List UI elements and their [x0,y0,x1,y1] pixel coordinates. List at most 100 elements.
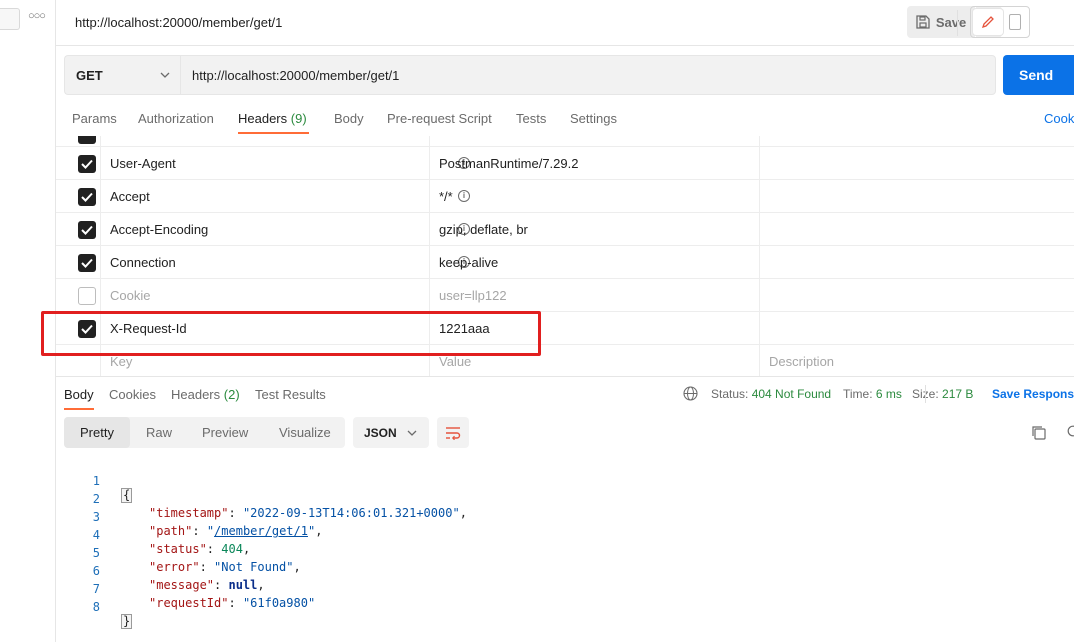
description-cell[interactable] [760,147,1074,180]
json-key: "error" [149,560,200,574]
tab-response-body[interactable]: Body [64,387,94,402]
checkbox[interactable] [78,287,96,305]
save-icon [916,15,930,29]
save-label: Save [935,14,967,30]
description-cell[interactable] [760,279,1074,312]
size-meta[interactable]: Size: 217 B [912,387,973,401]
key-cell[interactable]: Connection i [101,246,470,279]
request-title-bar: http://localhost:20000/member/get/1 Save [56,0,1074,46]
view-preview[interactable]: Preview [202,417,248,448]
checkbox[interactable] [78,188,96,206]
checkbox[interactable] [78,155,96,173]
view-pretty[interactable]: Pretty [64,417,130,448]
json-value: 404 [221,542,243,556]
table-row[interactable]: Accept-Encoding i gzip, deflate, br [56,213,1074,246]
globe-icon[interactable] [683,386,698,401]
toolbar-divider [957,10,958,36]
path-link[interactable]: /member/get/1 [214,524,308,538]
header-value: keep-alive [439,255,499,270]
checkbox[interactable] [78,254,96,272]
view-raw[interactable]: Raw [146,417,172,448]
edit-mode-button[interactable] [973,9,1003,35]
tab-headers[interactable]: Headers (9) [238,111,307,126]
key-cell[interactable]: Accept i [101,180,470,213]
table-row[interactable]: Cookie user=llp122 [56,279,1074,312]
json-key: "path" [149,524,193,538]
headers-count-badge: (9) [290,111,307,126]
wrap-lines-button[interactable] [437,417,469,448]
check-icon [81,159,93,169]
status-meta[interactable]: Status: 404 Not Found [711,387,831,401]
active-tab-indicator [238,132,309,134]
tab-response-headers[interactable]: Headers (2) [171,387,240,402]
description-cell[interactable] [760,246,1074,279]
value-cell[interactable]: PostmanRuntime/7.29.2 [430,147,760,180]
save-response-button[interactable]: Save Respons [992,387,1074,401]
check-icon [81,192,93,202]
mode-toggle[interactable] [970,6,1030,38]
time-meta[interactable]: Time: 6 ms [843,387,902,401]
size-value: 217 B [942,387,974,401]
code-line: 6 "message": null, [56,550,265,592]
tab-test-results[interactable]: Test Results [255,387,326,402]
check-icon [81,225,93,235]
response-body-viewer[interactable]: 1 { 2 "timestamp": "2022-09-13T14:06:01.… [56,458,1074,642]
format-select[interactable]: JSON [353,417,429,448]
tab-authorization[interactable]: Authorization [138,111,214,126]
cookies-link[interactable]: Cook [1044,111,1074,126]
tab-prerequest-script[interactable]: Pre-request Script [387,111,492,126]
description-cell[interactable] [760,180,1074,213]
value-placeholder: Value [439,354,472,369]
key-cell[interactable]: Cookie [101,279,430,312]
copy-icon[interactable] [1031,425,1046,440]
table-row[interactable]: Accept i */* [56,180,1074,213]
time-value: 6 ms [875,387,902,401]
quote: " [206,524,215,538]
code-line: 3 "path": "/member/get/1", [56,496,323,538]
value-cell [430,136,760,147]
url-input[interactable]: http://localhost:20000/member/get/1 [180,55,996,95]
code-line: 4 "status": 404, [56,514,250,556]
tab-response-cookies[interactable]: Cookies [109,387,156,402]
line-number: 8 [92,600,100,614]
document-icon[interactable] [1009,14,1021,30]
json-value: null [228,578,258,592]
send-button[interactable]: Send [1003,55,1074,95]
tab-body[interactable]: Body [334,111,364,126]
key-cell[interactable]: Accept-Encoding i [101,213,470,246]
response-headers-count: (2) [223,387,240,402]
response-tabs: Body Cookies Headers (2) Test Results St… [56,376,1074,410]
json-key: "timestamp" [149,506,229,520]
code-line: 8 } [56,586,133,629]
description-cell[interactable] [760,213,1074,246]
open-brace: { [121,488,133,503]
description-cell[interactable] [760,312,1074,345]
tab-tests[interactable]: Tests [516,111,546,126]
table-row[interactable]: Connection i keep-alive [56,246,1074,279]
postman-window: ○○○ http://localhost:20000/member/get/1 … [0,0,1074,642]
check-icon [81,258,93,268]
table-row [56,136,1074,147]
more-options-icon[interactable]: ○○○ [28,10,46,22]
sidebar-collapse-tab[interactable] [0,8,20,30]
view-visualize[interactable]: Visualize [279,417,331,448]
tab-params[interactable]: Params [72,111,117,126]
value-cell[interactable]: keep-alive [430,246,760,279]
tab-settings[interactable]: Settings [570,111,617,126]
search-icon[interactable] [1067,425,1074,440]
save-button[interactable]: Save [907,6,975,38]
tab-response-headers-label: Headers [171,387,221,402]
checkbox[interactable] [78,221,96,239]
key-cell[interactable]: User-Agent i [101,147,470,180]
meta-divider [925,385,926,403]
value-cell[interactable]: */* [430,180,760,213]
value-cell[interactable]: gzip, deflate, br [430,213,760,246]
header-value: PostmanRuntime/7.29.2 [439,156,579,171]
method-select[interactable]: GET [64,55,180,95]
method-label: GET [76,67,103,83]
table-row[interactable]: User-Agent i PostmanRuntime/7.29.2 [56,147,1074,180]
description-cell[interactable]: Description [760,345,1074,376]
checkbox[interactable] [78,136,96,144]
tab-headers-label: Headers [238,111,288,126]
value-cell[interactable]: user=llp122 [430,279,760,312]
